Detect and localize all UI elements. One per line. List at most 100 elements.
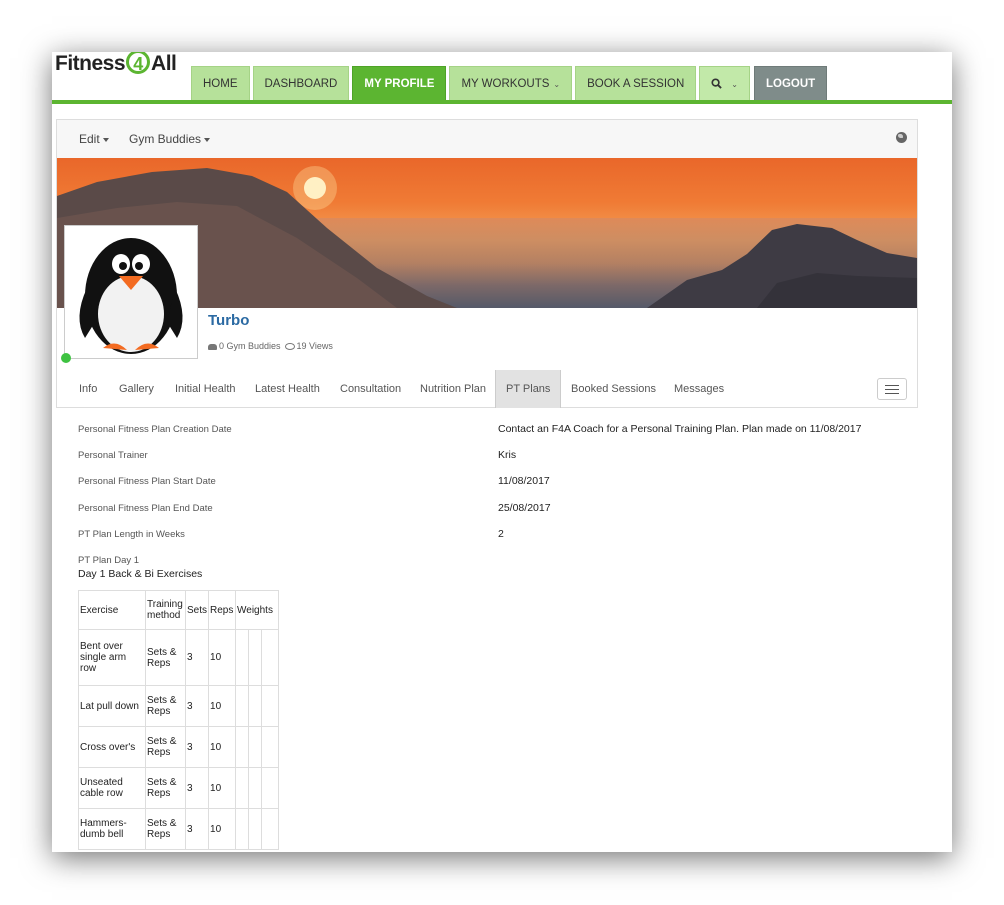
cell-reps: 10 xyxy=(208,629,237,686)
edit-label: Edit xyxy=(79,132,100,146)
cell-method: Sets & Reps xyxy=(145,726,186,768)
field-value: 2 xyxy=(498,528,504,540)
cell-method: Sets & Reps xyxy=(145,629,186,686)
nav-home[interactable]: HOME xyxy=(191,66,250,100)
buddies-count[interactable]: 0 Gym Buddies xyxy=(219,341,281,351)
cell-weight-1 xyxy=(235,685,250,727)
cell-weight-3 xyxy=(261,808,280,850)
main-nav: HOME DASHBOARD MY PROFILE MY WORKOUTS ⌄ B… xyxy=(191,66,828,100)
cell-sets: 3 xyxy=(184,726,210,768)
field-value: Kris xyxy=(498,449,517,461)
table-row: Bent over single arm row Sets & Reps 3 1… xyxy=(78,629,280,686)
cell-sets: 3 xyxy=(184,767,210,809)
eye-icon xyxy=(284,343,295,351)
header-exercise: Exercise xyxy=(78,590,146,630)
tab-messages[interactable]: Messages xyxy=(674,370,724,408)
avatar[interactable] xyxy=(64,225,198,359)
field-value: 25/08/2017 xyxy=(498,502,551,514)
tabs-menu-button[interactable] xyxy=(877,378,907,400)
cell-reps: 10 xyxy=(208,726,237,768)
table-row: Lat pull down Sets & Reps 3 10 xyxy=(78,685,280,727)
gym-buddies-label: Gym Buddies xyxy=(129,132,202,146)
tab-gallery[interactable]: Gallery xyxy=(119,370,154,408)
logo-four-ring: 4 xyxy=(126,52,151,75)
table-row: Hammers-dumb bell Sets & Reps 3 10 xyxy=(78,808,280,850)
nav-my-workouts-label: MY WORKOUTS xyxy=(461,78,550,90)
caret-down-icon xyxy=(204,137,211,142)
hamburger-icon-line xyxy=(885,389,899,390)
table-row: Cross over's Sets & Reps 3 10 xyxy=(78,726,280,768)
profile-meta: 0 Gym Buddies 19 Views xyxy=(208,341,333,351)
cell-weight-1 xyxy=(235,726,250,768)
gym-buddies-dropdown[interactable]: Gym Buddies xyxy=(129,132,211,146)
nav-my-profile[interactable]: MY PROFILE xyxy=(352,66,447,100)
penguin-avatar-image xyxy=(79,238,183,354)
profile-toolbar: Edit Gym Buddies xyxy=(57,120,917,159)
nav-book-session[interactable]: BOOK A SESSION xyxy=(575,66,697,100)
cell-weight-1 xyxy=(235,767,250,809)
tab-info[interactable]: Info xyxy=(79,370,97,408)
field-label: Personal Trainer xyxy=(78,450,148,461)
cell-weight-2 xyxy=(248,767,263,809)
cell-reps: 10 xyxy=(208,685,237,727)
tab-pt-plans[interactable]: PT Plans xyxy=(495,370,562,408)
cell-weight-1 xyxy=(235,629,250,686)
day-label: PT Plan Day 1 xyxy=(78,555,140,566)
cell-exercise: Cross over's xyxy=(78,726,146,768)
views-count: 19 Views xyxy=(296,341,333,351)
cell-exercise: Lat pull down xyxy=(78,685,146,727)
header-divider xyxy=(52,100,952,104)
cell-weight-3 xyxy=(261,767,280,809)
hamburger-icon-line xyxy=(885,393,899,394)
cell-weight-2 xyxy=(248,808,263,850)
search-icon xyxy=(711,78,722,90)
cell-reps: 10 xyxy=(208,767,237,809)
table-row: Unseated cable row Sets & Reps 3 10 xyxy=(78,767,280,809)
exercise-table: Exercise Training method Sets Reps Weigh… xyxy=(78,590,280,850)
caret-down-icon xyxy=(102,137,109,142)
cell-sets: 3 xyxy=(184,629,210,686)
profile-tabs: Info Gallery Initial Health Latest Healt… xyxy=(57,370,917,408)
profile-card: Edit Gym Buddies Turbo 0 Gym Buddies 19 … xyxy=(56,119,918,408)
chevron-down-icon: ⌄ xyxy=(731,80,738,89)
tab-booked-sessions[interactable]: Booked Sessions xyxy=(571,370,656,408)
cell-method: Sets & Reps xyxy=(145,767,186,809)
tab-consultation[interactable]: Consultation xyxy=(340,370,401,408)
nav-search[interactable]: ⌄ xyxy=(699,66,750,100)
cell-weight-2 xyxy=(248,726,263,768)
online-status-dot xyxy=(61,353,71,363)
users-icon xyxy=(208,343,217,350)
cell-exercise: Bent over single arm row xyxy=(78,629,146,686)
app-window: Fitness 4 All HOME DASHBOARD MY PROFILE MY… xyxy=(52,52,952,852)
cell-reps: 10 xyxy=(208,808,237,850)
cell-weight-3 xyxy=(261,629,280,686)
cell-weight-1 xyxy=(235,808,250,850)
cell-weight-2 xyxy=(248,629,263,686)
nav-dashboard[interactable]: DASHBOARD xyxy=(252,66,350,100)
field-label: PT Plan Length in Weeks xyxy=(78,529,185,540)
cell-sets: 3 xyxy=(184,685,210,727)
profile-name[interactable]: Turbo xyxy=(208,312,249,329)
cell-sets: 3 xyxy=(184,808,210,850)
fitness4all-logo[interactable]: Fitness 4 All xyxy=(55,52,177,76)
cell-method: Sets & Reps xyxy=(145,685,186,727)
logout-button[interactable]: LOGOUT xyxy=(753,66,828,100)
field-value: Contact an F4A Coach for a Personal Trai… xyxy=(498,423,862,435)
field-label: Personal Fitness Plan End Date xyxy=(78,503,213,514)
tab-latest-health[interactable]: Latest Health xyxy=(255,370,320,408)
table-header-row: Exercise Training method Sets Reps Weigh… xyxy=(78,590,280,630)
cell-exercise: Unseated cable row xyxy=(78,767,146,809)
edit-dropdown[interactable]: Edit xyxy=(79,132,109,146)
header-reps: Reps xyxy=(208,590,237,630)
header-weights: Weights xyxy=(235,590,280,630)
cell-exercise: Hammers-dumb bell xyxy=(78,808,146,850)
globe-icon[interactable] xyxy=(896,132,907,143)
field-value: 11/08/2017 xyxy=(498,475,550,487)
day-title: Day 1 Back & Bi Exercises xyxy=(78,568,203,580)
cell-weight-2 xyxy=(248,685,263,727)
cell-method: Sets & Reps xyxy=(145,808,186,850)
nav-my-workouts[interactable]: MY WORKOUTS ⌄ xyxy=(449,66,573,100)
tab-initial-health[interactable]: Initial Health xyxy=(175,370,236,408)
tab-nutrition-plan[interactable]: Nutrition Plan xyxy=(420,370,486,408)
hamburger-icon xyxy=(885,385,899,386)
